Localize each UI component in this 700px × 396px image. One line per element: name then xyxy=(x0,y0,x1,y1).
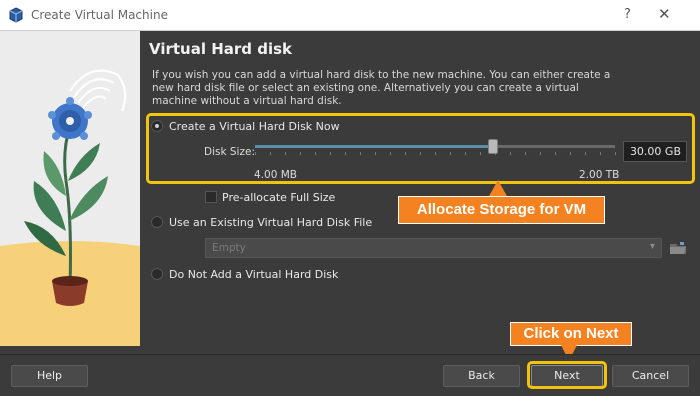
no-disk-radio[interactable] xyxy=(151,268,163,280)
existing-disk-combo[interactable]: Empty ▾ xyxy=(205,238,662,258)
window-title: Create Virtual Machine xyxy=(31,8,168,22)
disk-size-highlight xyxy=(146,113,695,184)
choose-disk-file-button[interactable] xyxy=(668,238,688,258)
page-heading: Virtual Hard disk xyxy=(149,40,293,58)
use-existing-disk-label[interactable]: Use an Existing Virtual Hard Disk File xyxy=(169,216,372,229)
close-icon[interactable]: ✕ xyxy=(658,5,671,23)
next-callout: Click on Next xyxy=(510,322,632,346)
no-disk-label[interactable]: Do Not Add a Virtual Hard Disk xyxy=(169,268,338,281)
help-icon[interactable]: ? xyxy=(624,7,631,22)
virtualbox-app-icon xyxy=(8,7,24,26)
existing-disk-combo-value: Empty xyxy=(212,242,246,254)
wizard-illustration xyxy=(0,31,140,346)
title-bar: Create Virtual Machine ? ✕ xyxy=(0,0,700,31)
next-button-highlight xyxy=(527,361,607,389)
folder-icon xyxy=(670,242,686,254)
back-button[interactable]: Back xyxy=(443,365,520,387)
cancel-button[interactable]: Cancel xyxy=(612,365,689,387)
preallocate-label[interactable]: Pre-allocate Full Size xyxy=(222,191,335,204)
use-existing-disk-radio[interactable] xyxy=(151,216,163,228)
storage-callout: Allocate Storage for VM xyxy=(398,196,605,224)
chevron-down-icon: ▾ xyxy=(649,241,655,252)
page-description: If you wish you can add a virtual hard d… xyxy=(152,69,611,107)
preallocate-checkbox[interactable] xyxy=(205,191,217,203)
help-button[interactable]: Help xyxy=(11,365,88,387)
